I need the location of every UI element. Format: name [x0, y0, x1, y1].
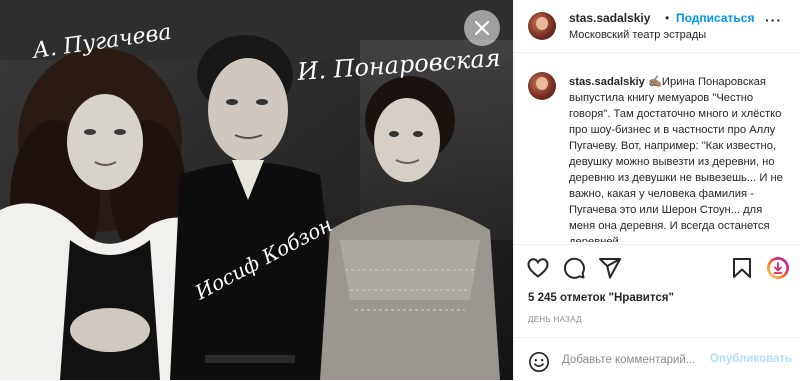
- avatar[interactable]: [528, 12, 556, 40]
- comment-icon[interactable]: [562, 256, 586, 280]
- comment-form: Опубликовать: [514, 337, 800, 381]
- comment-input[interactable]: [562, 351, 702, 369]
- post-panel: stas.sadalskiy • Подписаться Московский …: [513, 0, 800, 380]
- likes-count[interactable]: 5 245 отметок "Нравится": [528, 292, 674, 304]
- share-icon[interactable]: [598, 256, 622, 280]
- reels-badge-icon[interactable]: [766, 256, 790, 280]
- caption-text: ✍🏽Ирина Понаровская выпустила книгу мему…: [569, 76, 783, 242]
- close-button[interactable]: [464, 10, 500, 46]
- post-photo[interactable]: А. Пугачева И. Понаровская Иосиф Кобзон: [0, 0, 513, 380]
- caption: stas.sadalskiy ✍🏽Ирина Понаровская выпус…: [528, 62, 790, 242]
- caption-username[interactable]: stas.sadalskiy: [569, 76, 645, 88]
- bookmark-icon[interactable]: [730, 256, 754, 280]
- caption-avatar[interactable]: [528, 72, 556, 100]
- heart-icon[interactable]: [526, 256, 550, 280]
- caption-text-block: stas.sadalskiy ✍🏽Ирина Понаровская выпус…: [569, 74, 790, 242]
- header-username[interactable]: stas.sadalskiy: [569, 11, 650, 25]
- header-separator: •: [665, 11, 670, 25]
- post-time[interactable]: ДЕНЬ НАЗАД: [528, 315, 582, 324]
- emoji-icon[interactable]: [528, 351, 550, 373]
- location-link[interactable]: Московский театр эстрады: [569, 29, 706, 41]
- more-options-button[interactable]: ···: [765, 12, 782, 28]
- post-header: stas.sadalskiy • Подписаться Московский …: [514, 0, 800, 53]
- action-bar: [514, 244, 800, 287]
- close-icon: [474, 20, 490, 36]
- post-comment-button[interactable]: Опубликовать: [710, 353, 792, 365]
- follow-button[interactable]: Подписаться: [676, 11, 754, 25]
- photo-illustration: А. Пугачева И. Понаровская Иосиф Кобзон: [0, 0, 513, 380]
